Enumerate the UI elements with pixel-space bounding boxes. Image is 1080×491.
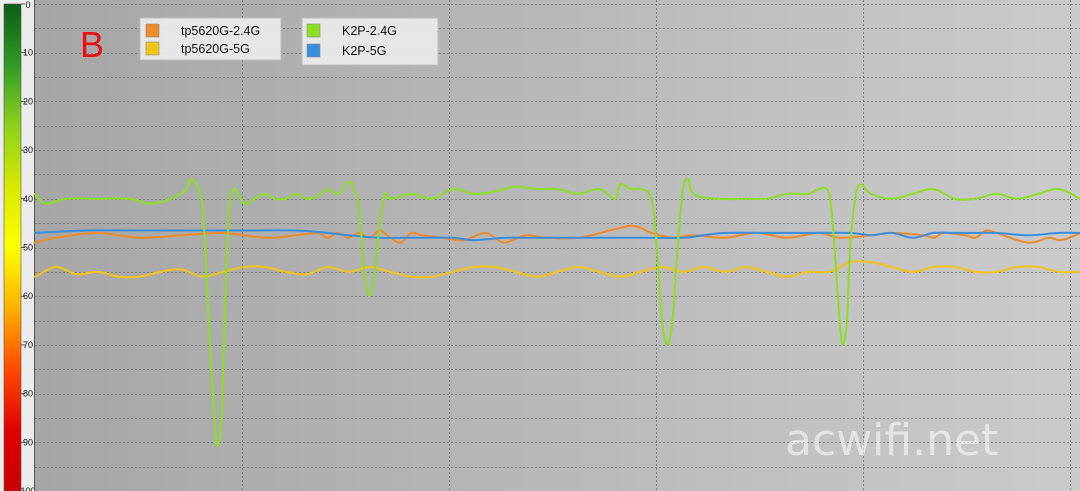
legend-swatch — [145, 41, 160, 56]
signal-chart-stage: 0 10 20 30 40 50 60 70 80 90 100 B tp5620G-2.4G tp5… — [0, 0, 1080, 491]
y-tick-label: 30 — [23, 145, 33, 155]
y-tick-label: 80 — [23, 389, 33, 399]
watermark: acwifi.net — [785, 415, 998, 466]
color-scale-bar — [3, 3, 22, 491]
y-tick-label: 90 — [23, 437, 33, 447]
y-tick-label: 50 — [23, 243, 33, 253]
y-tick-label: 40 — [23, 194, 33, 204]
panel-letter: B — [80, 24, 104, 65]
legend-swatch — [306, 43, 321, 58]
y-tick-label: 100 — [20, 486, 35, 491]
y-tick-label: 20 — [23, 96, 33, 106]
legend-label: K2P-5G — [342, 44, 386, 58]
legend-swatch — [145, 23, 160, 38]
legend-swatch — [306, 23, 321, 38]
y-tick-label: 10 — [23, 48, 33, 58]
y-tick-label: 60 — [23, 291, 33, 301]
legend-label: tp5620G-5G — [181, 42, 250, 56]
signal-strength-chart: 0 10 20 30 40 50 60 70 80 90 100 B tp5620G-2.4G tp5… — [0, 0, 1080, 491]
y-tick-label: 0 — [25, 0, 30, 10]
legend-label: K2P-2.4G — [342, 24, 397, 38]
legend-label: tp5620G-2.4G — [181, 24, 260, 38]
y-tick-label: 70 — [23, 340, 33, 350]
